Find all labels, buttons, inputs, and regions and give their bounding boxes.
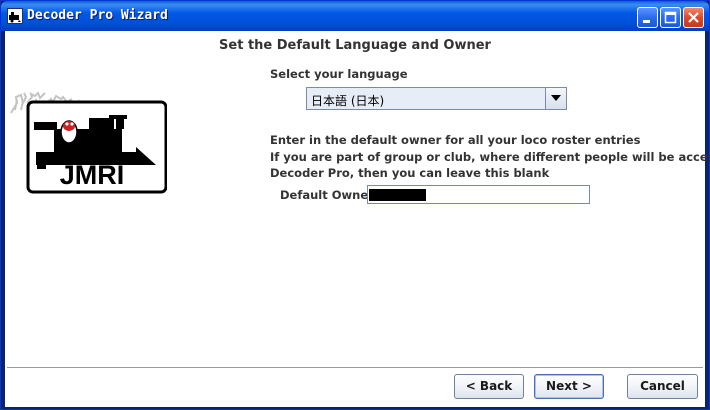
wizard-window: Decoder Pro Wizard Set the Default Langu… xyxy=(0,0,710,410)
window-title: Decoder Pro Wizard xyxy=(27,8,168,23)
minimize-button[interactable] xyxy=(637,7,658,28)
owner-instructions-line-2: If you are part of group or club, where … xyxy=(270,150,710,164)
jmri-train-icon[interactable] xyxy=(7,8,23,24)
close-icon xyxy=(688,12,699,23)
language-select[interactable]: 日本語 (日本) xyxy=(306,87,567,110)
title-bar[interactable]: Decoder Pro Wizard xyxy=(1,1,709,31)
owner-instructions-line-1: Enter in the default owner for all your … xyxy=(270,133,641,147)
language-selected-value: 日本語 (日本) xyxy=(311,94,385,108)
owner-instructions-line-3: Decoder Pro, then you can leave this bla… xyxy=(270,166,550,180)
default-owner-field[interactable] xyxy=(367,185,590,204)
close-button[interactable] xyxy=(683,7,704,28)
page-title: Set the Default Language and Owner xyxy=(219,38,491,53)
minimize-icon xyxy=(643,20,650,23)
jmri-logo: JMRI xyxy=(7,63,168,202)
footer-divider-highlight xyxy=(7,368,703,369)
chevron-down-icon xyxy=(551,95,561,101)
wizard-panel: Set the Default Language and Owner JMRI … xyxy=(5,31,710,407)
language-label: Select your language xyxy=(270,67,408,81)
next-button[interactable]: Next > xyxy=(534,374,604,399)
maximize-button[interactable] xyxy=(660,7,681,28)
language-dropdown-button[interactable] xyxy=(545,88,566,109)
default-owner-label: Default Owner xyxy=(280,188,374,202)
redacted-owner-value xyxy=(369,189,426,201)
maximize-icon xyxy=(664,11,677,24)
back-button[interactable]: < Back xyxy=(454,374,524,399)
cancel-button[interactable]: Cancel xyxy=(627,374,698,399)
logo-text: JMRI xyxy=(60,160,125,190)
